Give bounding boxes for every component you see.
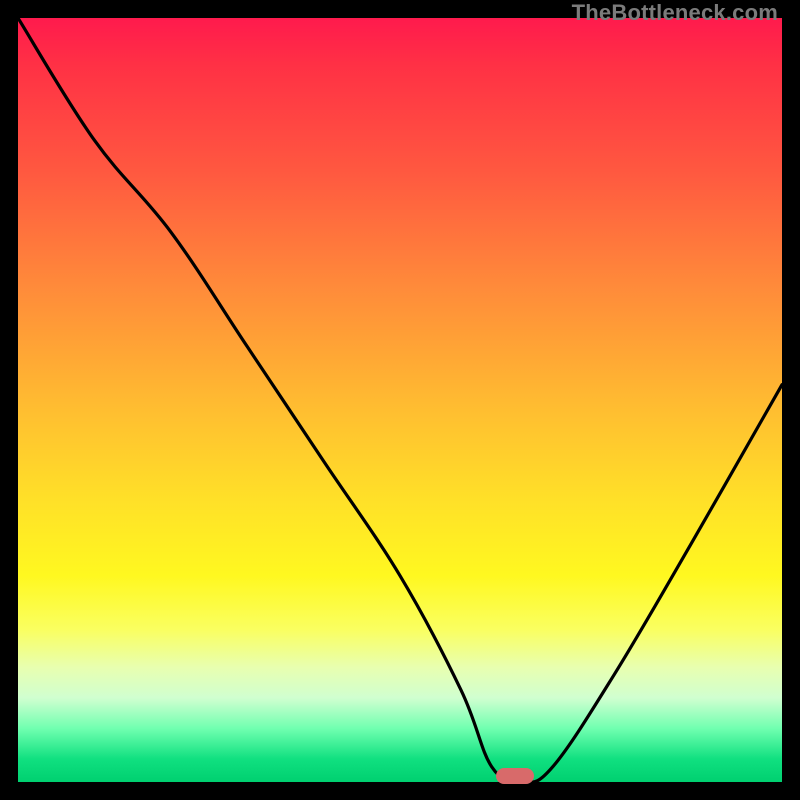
bottleneck-curve [18,18,782,782]
watermark-text: TheBottleneck.com [572,0,778,26]
curve-layer [18,18,782,782]
plot-area [18,18,782,782]
optimal-marker [496,768,534,784]
chart-frame [18,18,782,782]
